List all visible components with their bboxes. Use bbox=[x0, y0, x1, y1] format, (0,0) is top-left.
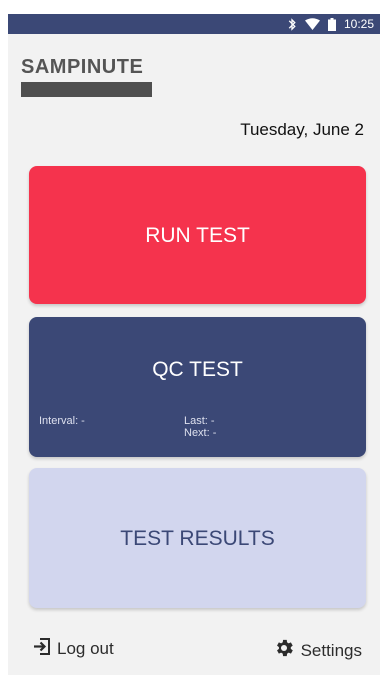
run-test-label: RUN TEST bbox=[145, 224, 250, 247]
app-screen: SAMPINUTE Tuesday, June 2 RUN TEST QC TE… bbox=[8, 34, 380, 675]
logo-text: SAMPINUTE bbox=[21, 56, 144, 78]
qc-test-button[interactable]: QC TEST Interval: - Last: - Next: - bbox=[29, 317, 366, 457]
logout-button[interactable]: Log out bbox=[33, 637, 114, 661]
logo: SAMPINUTE bbox=[21, 56, 152, 97]
current-date: Tuesday, June 2 bbox=[240, 120, 364, 139]
test-results-label: TEST RESULTS bbox=[120, 527, 275, 550]
qc-next: Next: - bbox=[184, 427, 217, 439]
logo-bar bbox=[21, 82, 152, 97]
battery-icon bbox=[327, 17, 336, 31]
run-test-button[interactable]: RUN TEST bbox=[29, 166, 366, 304]
status-bar: 10:25 bbox=[8, 14, 380, 34]
test-results-button[interactable]: TEST RESULTS bbox=[29, 468, 366, 608]
status-time: 10:25 bbox=[343, 17, 374, 31]
logout-label: Log out bbox=[57, 639, 114, 658]
qc-test-label: QC TEST bbox=[152, 358, 243, 381]
bluetooth-icon bbox=[287, 17, 297, 31]
qc-interval: Interval: - bbox=[39, 415, 85, 427]
settings-label: Settings bbox=[300, 640, 362, 660]
wifi-icon bbox=[304, 18, 320, 30]
logout-icon bbox=[33, 637, 51, 661]
gear-icon bbox=[273, 637, 295, 664]
settings-button[interactable]: Settings bbox=[273, 637, 362, 664]
